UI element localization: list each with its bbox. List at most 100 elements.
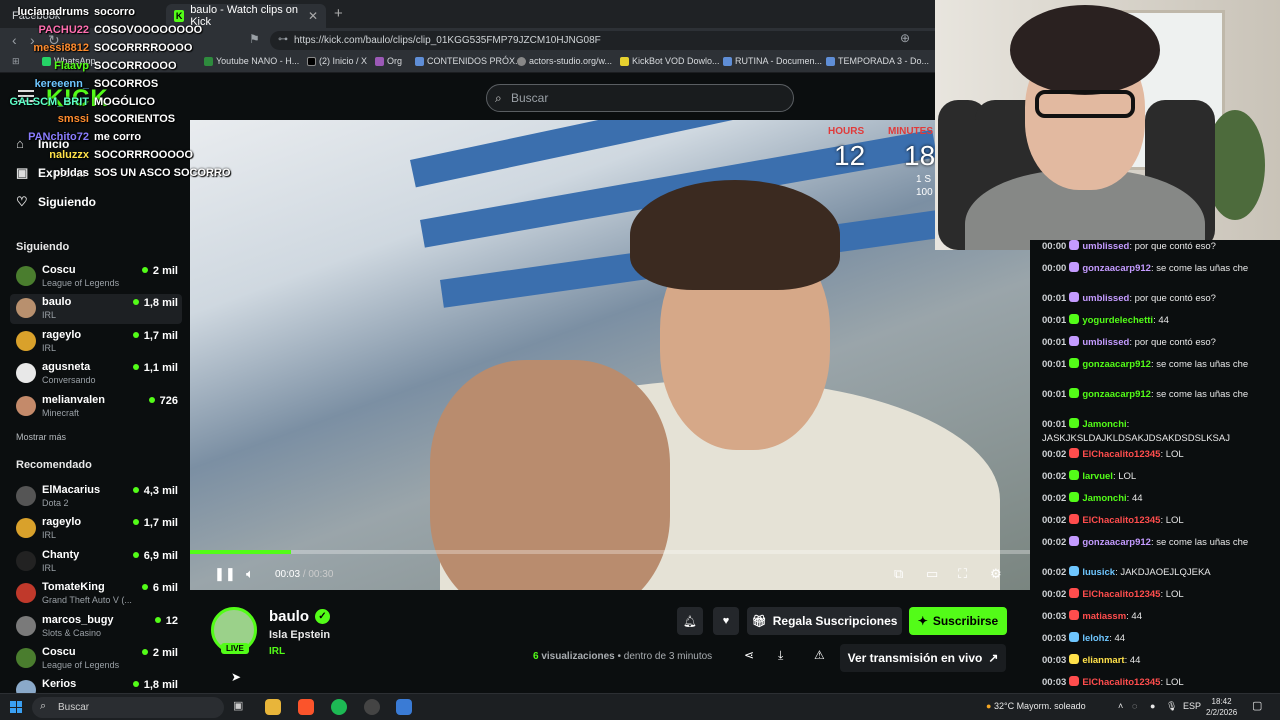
new-tab-icon[interactable]: + bbox=[334, 5, 343, 22]
notification-button[interactable]: 🔔︎ bbox=[677, 607, 703, 635]
video-progress-bar[interactable] bbox=[190, 550, 1030, 554]
chat-username[interactable]: larvuel bbox=[1082, 471, 1113, 482]
overlay-chat-user: lucianadrums bbox=[17, 6, 89, 18]
sidebar-channel-row[interactable]: marcos_bugy Slots & Casino 12 bbox=[10, 612, 182, 642]
channel-name: baulo bbox=[42, 296, 72, 309]
chat-username[interactable]: lelohz bbox=[1082, 633, 1109, 644]
weather-widget[interactable]: ● 32°C Mayorm. soleado bbox=[986, 701, 1086, 711]
clock[interactable]: 18:42 2/2/2026 bbox=[1206, 696, 1237, 718]
overlay-chat-user: Flaavp bbox=[54, 59, 89, 72]
chat-username[interactable]: gonzaacarp912 bbox=[1082, 263, 1151, 274]
bookmark-item[interactable]: (2) Inicio / X bbox=[307, 56, 367, 66]
notifications-icon[interactable]: ▢ bbox=[1252, 699, 1262, 712]
chat-username[interactable]: ElChacalito12345 bbox=[1082, 449, 1160, 460]
channel-name[interactable]: baulo bbox=[269, 608, 309, 625]
avatar bbox=[16, 298, 36, 319]
sidebar-channel-row[interactable]: Chanty IRL 6,9 mil bbox=[10, 547, 182, 577]
search-input[interactable]: ⌕ Buscar bbox=[486, 84, 794, 112]
channel-category: IRL bbox=[42, 310, 57, 321]
site-info-icon[interactable]: ⊶ bbox=[278, 34, 288, 45]
overlay-chat-message: SOCORIENTOS bbox=[94, 113, 176, 126]
video-player[interactable]: HOURS MINUTES 12 18 1 S 100 ❚❚ 🔈︎ 00:03 … bbox=[190, 120, 1030, 590]
heart-icon: ♡ bbox=[16, 194, 28, 209]
calculator-icon[interactable] bbox=[396, 699, 412, 715]
bookmark-item[interactable]: CONTENIDOS PRÓX... bbox=[415, 56, 523, 66]
chat-username[interactable]: luusick bbox=[1082, 567, 1115, 578]
sidebar-channel-row[interactable]: melianvalen Minecraft 726 bbox=[10, 392, 182, 422]
viewer-count: 1,7 mil bbox=[133, 517, 178, 529]
video-time: 00:03 / 00:30 bbox=[275, 569, 333, 580]
chat-username[interactable]: ElChacalito12345 bbox=[1082, 515, 1160, 526]
channel-category: IRL bbox=[42, 530, 57, 541]
subscribe-button[interactable]: ✦ Suscribirse bbox=[909, 607, 1007, 635]
chat-username[interactable]: yogurdelechetti bbox=[1082, 315, 1153, 326]
download-icon[interactable]: ⤓ bbox=[778, 648, 783, 663]
sidebar-channel-row[interactable]: agusneta Conversando 1,1 mil bbox=[10, 359, 182, 389]
chat-username[interactable]: matiassm bbox=[1082, 611, 1126, 622]
stream-category[interactable]: IRL bbox=[269, 646, 285, 657]
duration: 00:30 bbox=[308, 569, 334, 580]
chat-timestamp: 00:01 bbox=[1042, 315, 1067, 326]
url-field[interactable]: ⊶ https://kick.com/baulo/clips/clip_01KG… bbox=[270, 31, 950, 50]
chat-username[interactable]: elianmart bbox=[1082, 655, 1124, 666]
pip-icon[interactable]: ⧉ bbox=[894, 566, 903, 582]
gift-subs-button[interactable]: 🎁︎ Regala Suscripciones bbox=[747, 607, 902, 635]
clock-date: 2/2/2026 bbox=[1206, 708, 1238, 717]
chat-username[interactable]: gonzaacarp912 bbox=[1082, 537, 1151, 548]
tray-arrow-icon[interactable]: ˄ bbox=[1118, 701, 1123, 711]
chat-username[interactable]: umblissed bbox=[1082, 241, 1129, 252]
channel-name: rageylo bbox=[42, 328, 82, 341]
nav-siguiendo[interactable]: ♡ Siguiendo bbox=[16, 194, 96, 210]
share-icon[interactable]: ⋖ bbox=[744, 648, 754, 662]
tray-dot-icon[interactable]: ● bbox=[1150, 701, 1155, 711]
chat-username[interactable]: gonzaacarp912 bbox=[1082, 359, 1151, 370]
volume-icon[interactable]: 🔈︎ bbox=[246, 566, 254, 582]
show-more-link[interactable]: Mostrar más bbox=[16, 432, 66, 442]
kickbot-icon bbox=[620, 56, 629, 66]
settings-icon[interactable]: ⚙ bbox=[990, 566, 1002, 582]
fullscreen-icon[interactable]: ⛶ bbox=[958, 566, 967, 582]
bookmark-item[interactable]: TEMPORADA 3 - Do... bbox=[826, 56, 929, 66]
watch-live-button[interactable]: Ver transmisión en vivo ↗ bbox=[840, 644, 1006, 672]
bookmark-item[interactable]: Youtube NANO - H... bbox=[204, 56, 299, 66]
sidebar-channel-row[interactable]: TomateKing Grand Theft Auto V (... 6 mil bbox=[10, 579, 182, 609]
chat-username[interactable]: gonzaacarp912 bbox=[1082, 389, 1151, 400]
sidebar-channel-row[interactable]: Coscu League of Legends 2 mil bbox=[10, 262, 182, 292]
report-icon[interactable]: ⚠ bbox=[814, 648, 825, 662]
chat-username[interactable]: umblissed bbox=[1082, 337, 1129, 348]
windows-start-icon[interactable] bbox=[10, 701, 22, 713]
bookmark-icon[interactable]: ⚑ bbox=[249, 32, 260, 46]
tray-wifi-icon[interactable]: ◌ bbox=[1132, 701, 1137, 711]
chat-username[interactable]: umblissed bbox=[1082, 293, 1129, 304]
obs-icon[interactable] bbox=[364, 699, 380, 715]
taskbar-search[interactable]: ⌕ Buscar bbox=[32, 697, 224, 718]
follow-button[interactable]: ♥ bbox=[713, 607, 739, 635]
sidebar-channel-row[interactable]: ElMacarius Dota 2 4,3 mil bbox=[10, 482, 182, 512]
chat-username[interactable]: Jamonchi bbox=[1082, 493, 1126, 504]
chat-timestamp: 00:01 bbox=[1042, 419, 1067, 430]
user-badge-icon bbox=[1069, 240, 1080, 250]
bookmark-item[interactable]: Org bbox=[375, 56, 402, 66]
sidebar-channel-row[interactable]: baulo IRL 1,8 mil bbox=[10, 294, 182, 325]
theater-mode-icon[interactable]: ▭ bbox=[926, 566, 938, 582]
zoom-icon[interactable]: ⊕ bbox=[900, 31, 910, 45]
task-view-icon[interactable]: ▣ bbox=[233, 699, 249, 715]
pause-icon[interactable]: ❚❚ bbox=[214, 566, 236, 582]
brave-browser-icon[interactable] bbox=[298, 699, 314, 715]
sidebar-channel-row[interactable]: rageylo IRL 1,7 mil bbox=[10, 514, 182, 544]
sidebar-channel-row[interactable]: Coscu League of Legends 2 mil bbox=[10, 644, 182, 674]
chat-username[interactable]: ElChacalito12345 bbox=[1082, 589, 1160, 600]
close-tab-icon[interactable]: ✕ bbox=[308, 9, 318, 23]
channel-name: Chanty bbox=[42, 548, 80, 561]
bookmark-item[interactable]: actors-studio.org/w... bbox=[517, 56, 612, 66]
spotify-icon[interactable] bbox=[331, 699, 347, 715]
lang-indicator[interactable]: ESP bbox=[1183, 701, 1201, 711]
chat-message: 00:01 umblissed: por que contó eso? bbox=[1042, 292, 1274, 306]
sidebar-channel-row[interactable]: rageylo IRL 1,7 mil bbox=[10, 327, 182, 357]
file-explorer-icon[interactable] bbox=[265, 699, 281, 715]
mic-icon[interactable]: 🎙︎ bbox=[1166, 701, 1177, 712]
chat-username[interactable]: Jamonchi bbox=[1082, 419, 1126, 430]
chat-username[interactable]: ElChacalito12345 bbox=[1082, 677, 1160, 688]
bookmark-item[interactable]: RUTINA - Documen... bbox=[723, 56, 822, 66]
bookmark-item[interactable]: KickBot VOD Dowlo... bbox=[620, 56, 720, 66]
